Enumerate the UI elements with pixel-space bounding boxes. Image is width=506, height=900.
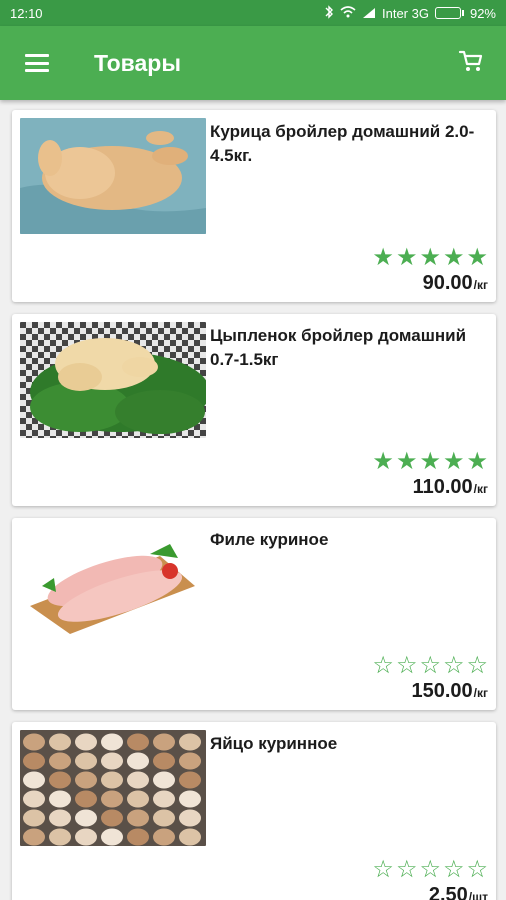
menu-button[interactable] bbox=[0, 26, 74, 100]
star-outline-icon: ☆ bbox=[372, 652, 394, 679]
star-outline-icon: ☆ bbox=[419, 652, 441, 679]
rating-stars: ★ ★ ★ ★ ★ bbox=[372, 450, 488, 474]
star-outline-icon: ☆ bbox=[419, 856, 441, 883]
product-image-egg-tray bbox=[20, 730, 206, 846]
status-indicators: Inter 3G 92% bbox=[324, 4, 496, 22]
status-time: 12:10 bbox=[10, 5, 43, 21]
product-name: Цыпленок бройлер домашний 0.7-1.5кг bbox=[210, 326, 467, 369]
carrier-label: Inter 3G bbox=[382, 5, 429, 21]
product-image-chicken-fillet bbox=[20, 526, 206, 642]
product-name: Яйцо куринное bbox=[210, 734, 338, 753]
star-filled-icon: ★ bbox=[419, 244, 441, 271]
signal-icon bbox=[362, 7, 376, 19]
app-bar: Товары bbox=[0, 26, 506, 100]
page-title: Товары bbox=[94, 49, 181, 76]
product-image-chicken-on-parsley bbox=[20, 322, 206, 438]
product-price: 2.50/шт bbox=[429, 884, 488, 900]
hamburger-menu-icon bbox=[25, 54, 49, 72]
rating-stars: ★ ★ ★ ★ ★ bbox=[372, 246, 488, 270]
product-price: 110.00/кг bbox=[413, 476, 488, 499]
status-bar: 12:10 Inter 3G 92% bbox=[0, 0, 506, 26]
price-unit: /шт bbox=[468, 890, 488, 900]
price-unit: /кг bbox=[473, 482, 488, 496]
star-filled-icon: ★ bbox=[419, 448, 441, 475]
cart-button[interactable] bbox=[436, 26, 506, 100]
product-price: 150.00/кг bbox=[411, 680, 488, 703]
product-image-whole-chicken bbox=[20, 118, 206, 234]
wifi-icon bbox=[340, 5, 356, 21]
product-list[interactable]: Курица бройлер домашний 2.0-4.5кг. ★ ★ ★ ★ ★… bbox=[0, 100, 506, 900]
star-filled-icon: ★ bbox=[395, 448, 418, 475]
star-filled-icon: ★ bbox=[372, 448, 394, 475]
product-card[interactable]: Цыпленок бройлер домашний 0.7-1.5кг ★ ★ ★ ★… bbox=[12, 314, 496, 506]
star-filled-icon: ★ bbox=[442, 244, 465, 271]
price-value: 150.00 bbox=[411, 680, 473, 702]
rating-stars: ☆ ☆ ☆ ☆ ☆ bbox=[372, 858, 488, 882]
price-value: 90.00 bbox=[422, 272, 473, 294]
star-filled-icon: ★ bbox=[372, 244, 394, 271]
star-outline-icon: ☆ bbox=[395, 856, 418, 883]
price-unit: /кг bbox=[473, 686, 488, 700]
product-name: Филе куриное bbox=[210, 530, 329, 549]
price-value: 110.00 bbox=[412, 476, 473, 498]
star-outline-icon: ☆ bbox=[442, 856, 465, 883]
star-outline-icon: ☆ bbox=[442, 652, 465, 679]
product-card[interactable]: Филе куриное ☆ ☆ ☆ ☆ ☆ 150.00/кг bbox=[12, 518, 496, 710]
battery-percent: 92% bbox=[469, 5, 496, 21]
price-value: 2.50 bbox=[428, 884, 468, 900]
star-filled-icon: ★ bbox=[395, 244, 418, 271]
cart-icon bbox=[458, 48, 484, 79]
product-name: Курица бройлер домашний 2.0-4.5кг. bbox=[210, 122, 475, 165]
product-price: 90.00/кг bbox=[423, 272, 488, 295]
bluetooth-icon bbox=[324, 4, 334, 22]
rating-stars: ☆ ☆ ☆ ☆ ☆ bbox=[372, 654, 488, 678]
star-outline-icon: ☆ bbox=[372, 856, 394, 883]
product-card[interactable]: Курица бройлер домашний 2.0-4.5кг. ★ ★ ★ ★ ★… bbox=[12, 110, 496, 302]
star-filled-icon: ★ bbox=[466, 448, 488, 475]
price-unit: /кг bbox=[473, 278, 488, 292]
product-card[interactable]: Яйцо куринное ☆ ☆ ☆ ☆ ☆ 2.50/шт bbox=[12, 722, 496, 900]
star-outline-icon: ☆ bbox=[466, 652, 488, 679]
star-outline-icon: ☆ bbox=[395, 652, 418, 679]
star-outline-icon: ☆ bbox=[466, 856, 488, 883]
star-filled-icon: ★ bbox=[442, 448, 465, 475]
battery-icon bbox=[434, 7, 464, 19]
star-filled-icon: ★ bbox=[466, 244, 488, 271]
